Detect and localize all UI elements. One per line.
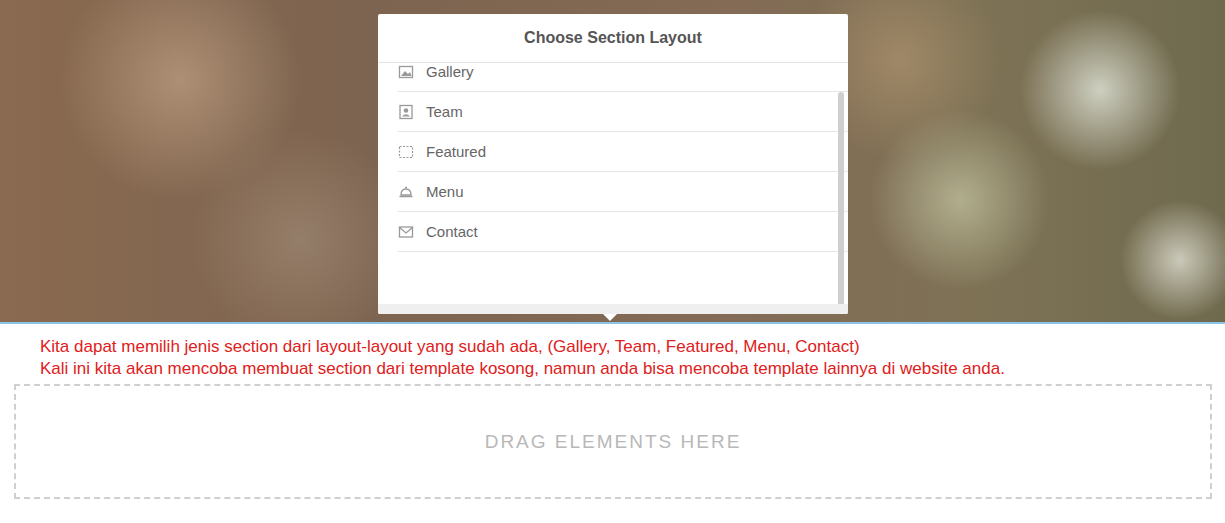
layout-item[interactable]: Team [398, 92, 848, 132]
section-layout-popup: Choose Section LayoutGalleryTeamFeatured… [378, 14, 848, 314]
menu-icon [398, 184, 414, 200]
editor-page: Choose Section LayoutGalleryTeamFeatured… [0, 0, 1225, 523]
popup-title: Choose Section Layout [378, 14, 848, 63]
layout-item[interactable]: Contact [398, 212, 848, 252]
caption-line: Kita dapat memilih jenis section dari la… [40, 336, 1212, 358]
gallery-icon [398, 64, 414, 80]
team-icon [398, 104, 414, 120]
featured-icon [398, 144, 414, 160]
caption-line: Kali ini kita akan mencoba membuat secti… [40, 358, 1212, 380]
drop-zone[interactable]: DRAG ELEMENTS HERE [14, 384, 1212, 499]
hero-photo: Choose Section LayoutGalleryTeamFeatured… [0, 0, 1225, 324]
contact-icon [398, 224, 414, 240]
layout-item[interactable]: Gallery [398, 63, 848, 92]
popup-footer [378, 304, 848, 314]
popup-arrow [603, 314, 617, 321]
scrollbar[interactable] [838, 92, 844, 304]
layout-list[interactable]: GalleryTeamFeaturedMenuContact [378, 63, 848, 304]
layout-item[interactable]: Menu [398, 172, 848, 212]
section-content: Kita dapat memilih jenis section dari la… [0, 324, 1225, 499]
layout-item[interactable]: Featured [398, 132, 848, 172]
